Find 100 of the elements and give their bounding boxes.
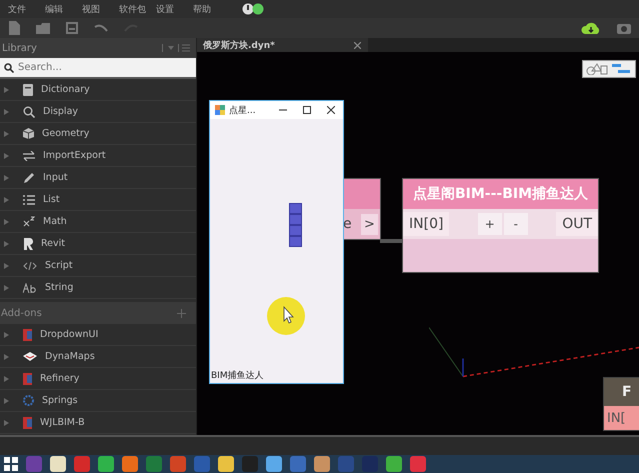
undo-icon[interactable] <box>94 23 108 33</box>
library-item-label: Math <box>43 216 67 227</box>
menu-item[interactable]: 设置 <box>156 2 193 16</box>
expand-arrow-icon <box>4 152 9 158</box>
new-file-icon[interactable] <box>8 21 20 35</box>
output-port[interactable]: OUT <box>556 212 598 236</box>
expand-arrow-icon <box>4 196 9 202</box>
menu-item[interactable]: 软件包 <box>119 2 156 16</box>
graph-canvas[interactable]: e > 点星阁BIM---BIM捕鱼达人 IN[0] + - OUT F IN[ 点星... BIM捕鱼达人 <box>197 52 639 435</box>
library-item[interactable]: Geometry <box>0 123 196 145</box>
app-icon[interactable] <box>386 456 402 472</box>
expand-arrow-icon <box>4 262 9 268</box>
code-icon <box>23 262 37 270</box>
add-icon[interactable] <box>177 308 186 318</box>
library-item[interactable]: DropdownUI <box>0 324 196 346</box>
library-item-label: Input <box>43 172 68 183</box>
node[interactable]: e > <box>343 178 381 240</box>
library-item-label: Display <box>43 106 78 117</box>
expand-arrow-icon <box>4 174 9 180</box>
camera-icon[interactable] <box>617 22 631 34</box>
library-item[interactable]: ImportExport <box>0 145 196 167</box>
menu-item[interactable]: 编辑 <box>45 2 82 16</box>
magnifier-icon <box>23 106 35 118</box>
maximize-icon[interactable] <box>303 106 311 114</box>
library-item[interactable]: Script <box>0 255 196 277</box>
open-folder-icon[interactable] <box>36 22 50 34</box>
expand-arrow-icon <box>4 218 9 224</box>
package-icon <box>23 328 32 340</box>
pencil-icon <box>23 172 35 184</box>
expand-arrow-icon <box>4 284 9 290</box>
file-tab[interactable]: 俄罗斯方块.dyn* <box>197 38 368 52</box>
library-item-label: Refinery <box>40 373 80 384</box>
library-item[interactable]: Input <box>0 167 196 189</box>
menu-item[interactable]: 视图 <box>82 2 119 16</box>
remove-input-button[interactable]: - <box>504 213 528 235</box>
library-item[interactable]: Display <box>0 101 196 123</box>
expand-arrow-icon <box>4 108 9 114</box>
add-input-button[interactable]: + <box>478 213 502 235</box>
node[interactable]: 点星阁BIM---BIM捕鱼达人 IN[0] + - OUT <box>402 178 599 273</box>
app-icon[interactable] <box>98 456 114 472</box>
library-item[interactable]: Springs <box>0 390 196 412</box>
expand-arrow-icon <box>4 130 9 136</box>
library-item-label: List <box>43 194 60 205</box>
app-icon[interactable] <box>218 456 234 472</box>
panel-title: Library <box>2 42 37 54</box>
library-item[interactable]: DynaMaps <box>0 346 196 368</box>
library-item-label: Script <box>45 260 73 271</box>
cursor-highlight-drawing <box>267 297 305 335</box>
library-item-label: ImportExport <box>43 150 106 161</box>
node[interactable]: F IN[ <box>603 377 639 431</box>
expand-arrow-icon <box>4 354 9 360</box>
library-item[interactable]: List <box>0 189 196 211</box>
search-icon <box>4 63 14 73</box>
library-item-label: DynaMaps <box>45 351 95 362</box>
expand-arrow-icon <box>4 376 9 382</box>
search-field[interactable]: Search... <box>0 58 196 77</box>
list-icon <box>23 194 35 204</box>
library-item[interactable]: Revit <box>0 233 196 255</box>
expand-arrow-icon <box>4 86 9 92</box>
swap-arrows-icon <box>23 150 35 160</box>
expand-arrow-icon <box>4 398 9 404</box>
geometry-view-icon[interactable] <box>586 63 608 75</box>
library-item-label: Geometry <box>42 128 90 139</box>
library-item[interactable]: WJLBIM-B <box>0 412 196 434</box>
library-item[interactable]: Refinery <box>0 368 196 390</box>
library-item[interactable]: Math <box>0 211 196 233</box>
cloud-download-icon[interactable] <box>581 21 601 35</box>
save-icon[interactable] <box>66 22 78 34</box>
falling-block-drawing <box>289 203 302 247</box>
library-item-label: String <box>45 282 74 293</box>
menu-item[interactable]: 帮助 <box>193 2 230 16</box>
expand-arrow-icon <box>4 332 9 338</box>
library-item-label: DropdownUI <box>40 329 98 340</box>
revit-icon <box>23 238 33 250</box>
menu-item[interactable]: 文件 <box>8 2 45 16</box>
app-icon[interactable] <box>266 456 282 472</box>
app-icon[interactable] <box>50 456 66 472</box>
library-item[interactable]: String <box>0 277 196 299</box>
input-port[interactable]: IN[0] <box>403 212 450 236</box>
gear-icon <box>23 395 34 406</box>
library-item-label: WJLBIM-B <box>40 417 85 428</box>
app-icon[interactable] <box>314 456 330 472</box>
output-port[interactable]: > <box>361 214 378 234</box>
windows-logo-icon[interactable] <box>4 457 18 471</box>
section-title: Add-ons <box>1 308 42 318</box>
close-icon[interactable] <box>327 106 335 114</box>
app-icon <box>215 105 225 115</box>
graph-view-icon[interactable] <box>612 63 632 75</box>
panel-options-icon[interactable] <box>162 43 190 53</box>
exponent-icon <box>23 216 35 227</box>
map-icon <box>23 352 37 361</box>
port-label: e <box>343 216 353 232</box>
notification-icon[interactable] <box>242 3 266 15</box>
expand-arrow-icon <box>4 420 9 426</box>
view-toggle[interactable] <box>582 60 636 78</box>
status-text: BIM捕鱼达人 <box>211 370 264 382</box>
app-icon[interactable] <box>122 456 138 472</box>
window-title: 点星... <box>229 104 256 116</box>
library-item[interactable]: Dictionary <box>0 79 196 101</box>
package-icon <box>23 372 32 384</box>
